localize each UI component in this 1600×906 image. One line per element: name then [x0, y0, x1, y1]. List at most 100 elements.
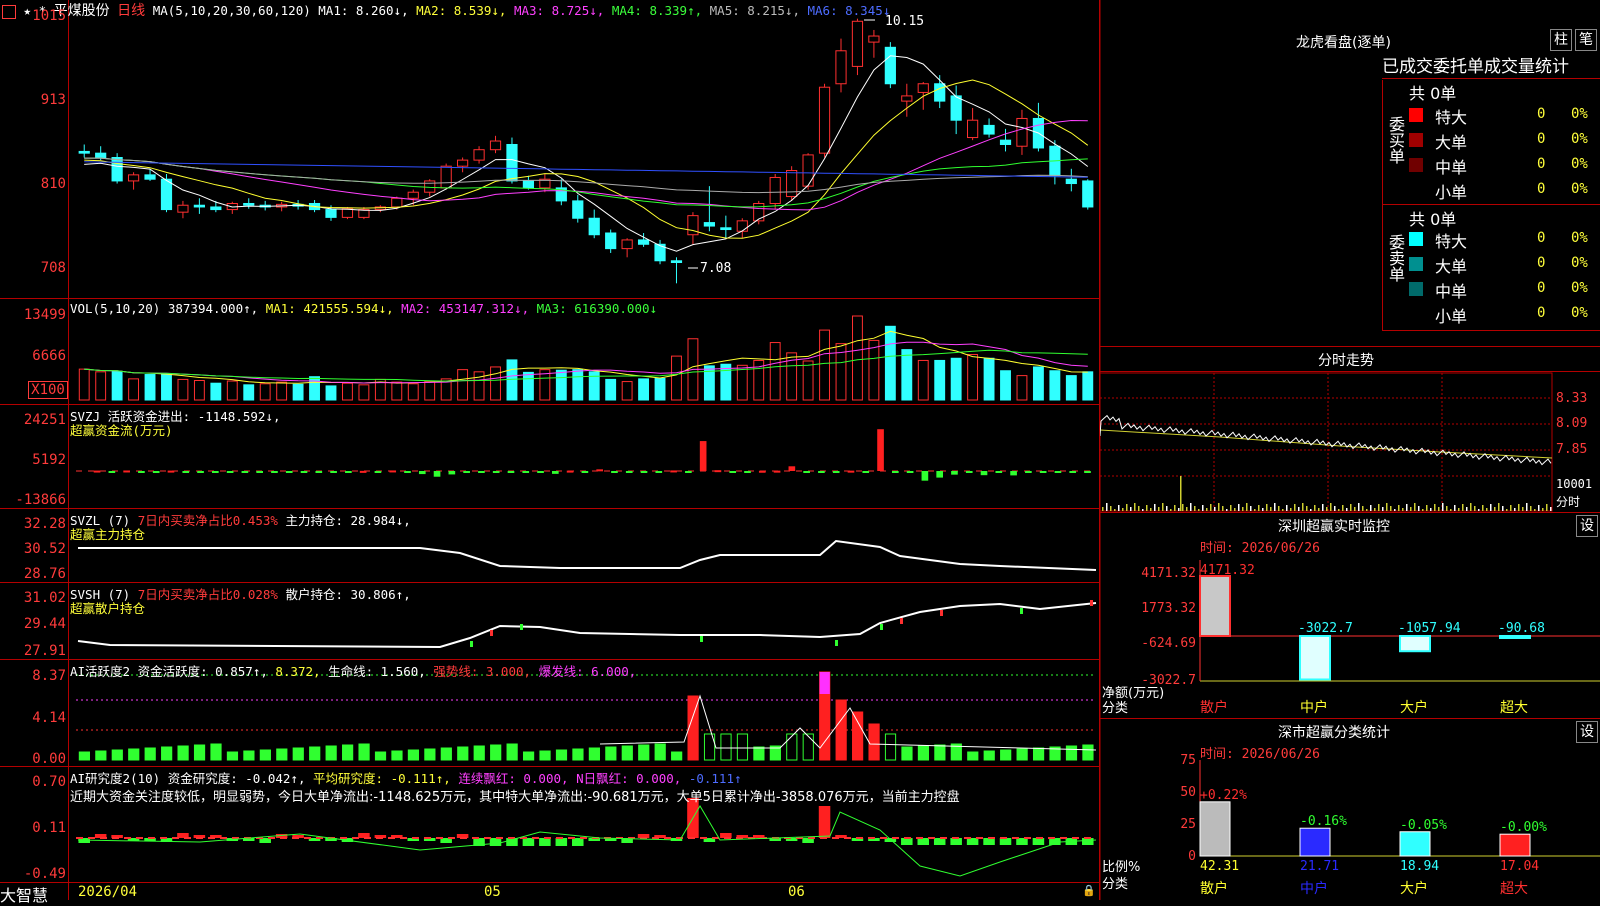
volume-bar: [391, 381, 403, 401]
bar-mode-button[interactable]: 柱: [1550, 29, 1572, 51]
volume-bar: [424, 381, 436, 401]
y-tick: -0.49: [23, 866, 66, 882]
color-swatch: [1409, 232, 1423, 246]
flow-bar: [167, 470, 175, 473]
indicator-name[interactable]: AI研究度2(10): [70, 771, 160, 786]
fenshi-volume-bar: [1366, 509, 1368, 511]
candle-body: [391, 197, 403, 208]
flow-bar: [596, 469, 603, 472]
volume-bar: [407, 383, 419, 401]
lock-icon[interactable]: 🔒: [1082, 884, 1096, 897]
activity-bar: [736, 733, 749, 761]
n-day-red-value: N日飘红: 0.000,: [576, 771, 682, 786]
extra-value: -0.111↑: [688, 771, 742, 786]
tab-filled[interactable]: 已成交: [1382, 57, 1433, 77]
fenshi-volume-bar: [1174, 505, 1176, 511]
y-tick: 4171.32: [1141, 566, 1196, 581]
stat-settings-button[interactable]: 设: [1576, 721, 1598, 743]
y-tick: 25: [1180, 817, 1196, 832]
y-tick: 10001: [1556, 477, 1593, 491]
candle-body: [769, 176, 781, 204]
fenshi-volume-bar: [1478, 509, 1480, 511]
fenshi-volume-bar: [1390, 506, 1392, 511]
fenshi-volume-bar: [1274, 503, 1276, 511]
period-label[interactable]: 日线: [117, 3, 145, 19]
fenshi-volume-bar: [1414, 503, 1416, 511]
activity-bar: [210, 743, 222, 761]
fenshi-volume-bar: [1290, 508, 1292, 511]
y-axis-line: [68, 0, 69, 900]
fenshi-volume-bar: [1482, 505, 1484, 511]
order-size-label: 特大: [1435, 108, 1468, 127]
fenshi-volume-bar: [1430, 508, 1432, 511]
flow-bar: [463, 471, 470, 473]
analysis-comment: 近期大资金关注度较低，明显弱势，今日大单净流出:-1148.625万元，其中特大…: [70, 790, 960, 805]
fenshi-volume-bar: [1306, 506, 1308, 511]
svsh-subtitle: 超赢散户持仓: [70, 601, 146, 616]
volume-bar: [78, 368, 90, 401]
y-tick: 31.02: [23, 590, 66, 606]
stat-category: 散户: [1200, 880, 1228, 897]
fenshi-volume-bar: [1180, 476, 1182, 511]
candle-body: [489, 140, 502, 151]
fenshi-volume-bar: [1330, 503, 1332, 511]
chart-canvas[interactable]: [0, 0, 1100, 900]
fenshi-volume-bar: [1146, 505, 1148, 511]
fenshi-volume-bar: [1170, 509, 1172, 511]
activity-bar: [555, 749, 568, 761]
fenshi-volume-bar: [1202, 505, 1204, 511]
activity-bar: [111, 749, 123, 761]
flow-bar: [995, 471, 1003, 473]
hold-tick: [900, 618, 903, 624]
activity-bar: [621, 745, 633, 761]
stat-change-label: -0.16%: [1300, 814, 1347, 829]
monitor-bar: [1499, 635, 1531, 639]
indicator-name[interactable]: VOL(5,10,20): [70, 301, 160, 316]
tab-volume-stats[interactable]: 成交量统计: [1484, 57, 1569, 77]
indicator-name[interactable]: AI活跃度2: [70, 664, 130, 679]
main-chart-area[interactable]: ★ * 平煤股份 日线 MA(5,10,20,30,60,120) MA1: 8…: [0, 0, 1100, 905]
flow-bar: [507, 471, 515, 473]
vol-ma1: MA1: 421555.594↓,: [265, 301, 394, 316]
fenshi-volume-bar: [1122, 508, 1124, 511]
monitor-category: 超大: [1500, 700, 1528, 716]
flow-bar: [1039, 471, 1047, 473]
order-count: 0: [1537, 280, 1546, 296]
fenshi-volume-bar: [1422, 509, 1424, 511]
volume-bar: [95, 371, 107, 401]
candle-body: [1016, 117, 1028, 147]
candle-body: [703, 222, 715, 227]
fenshi-volume-bar: [1386, 503, 1388, 511]
monitor-bar: [1399, 635, 1431, 653]
brand-logo[interactable]: 大智慧: [0, 882, 48, 906]
order-size-label: 大单: [1435, 257, 1468, 276]
tab-orders[interactable]: 委托单: [1433, 57, 1484, 77]
candle-body: [1082, 180, 1094, 208]
volume-bar: [555, 369, 567, 401]
ma4-value: MA4: 8.339↑,: [611, 3, 703, 18]
fenshi-price-line: [1100, 414, 1552, 466]
volume-bar: [342, 382, 353, 401]
fenshi-volume-bar: [1298, 507, 1300, 511]
volume-bar: [161, 373, 172, 401]
candle-body: [670, 260, 683, 263]
fenshi-volume-bar: [1434, 504, 1436, 511]
candle-body: [407, 191, 419, 199]
order-count: 0: [1537, 181, 1546, 197]
burst-line-value: 爆发线: 6.000,: [538, 664, 637, 679]
fenshi-volume-bar: [1326, 507, 1328, 511]
monitor-bar-label: -3022.7: [1298, 621, 1353, 636]
y-tick: 1015: [32, 8, 66, 24]
flow-bar: [1010, 471, 1017, 476]
hold-tick: [470, 641, 473, 647]
y-tick: 7.85: [1556, 442, 1588, 457]
research-bar: [1082, 838, 1094, 845]
monitor-settings-button[interactable]: 设: [1576, 515, 1598, 537]
fenshi-volume-bar: [1454, 505, 1456, 511]
tick-mode-button[interactable]: 笔: [1575, 29, 1597, 51]
fenshi-volume-bar: [1318, 508, 1320, 511]
fenshi-volume-bar: [1426, 505, 1428, 511]
volume-bar: [638, 378, 650, 401]
flow-bar: [655, 471, 663, 473]
x-tick: 2026/04: [78, 884, 138, 900]
